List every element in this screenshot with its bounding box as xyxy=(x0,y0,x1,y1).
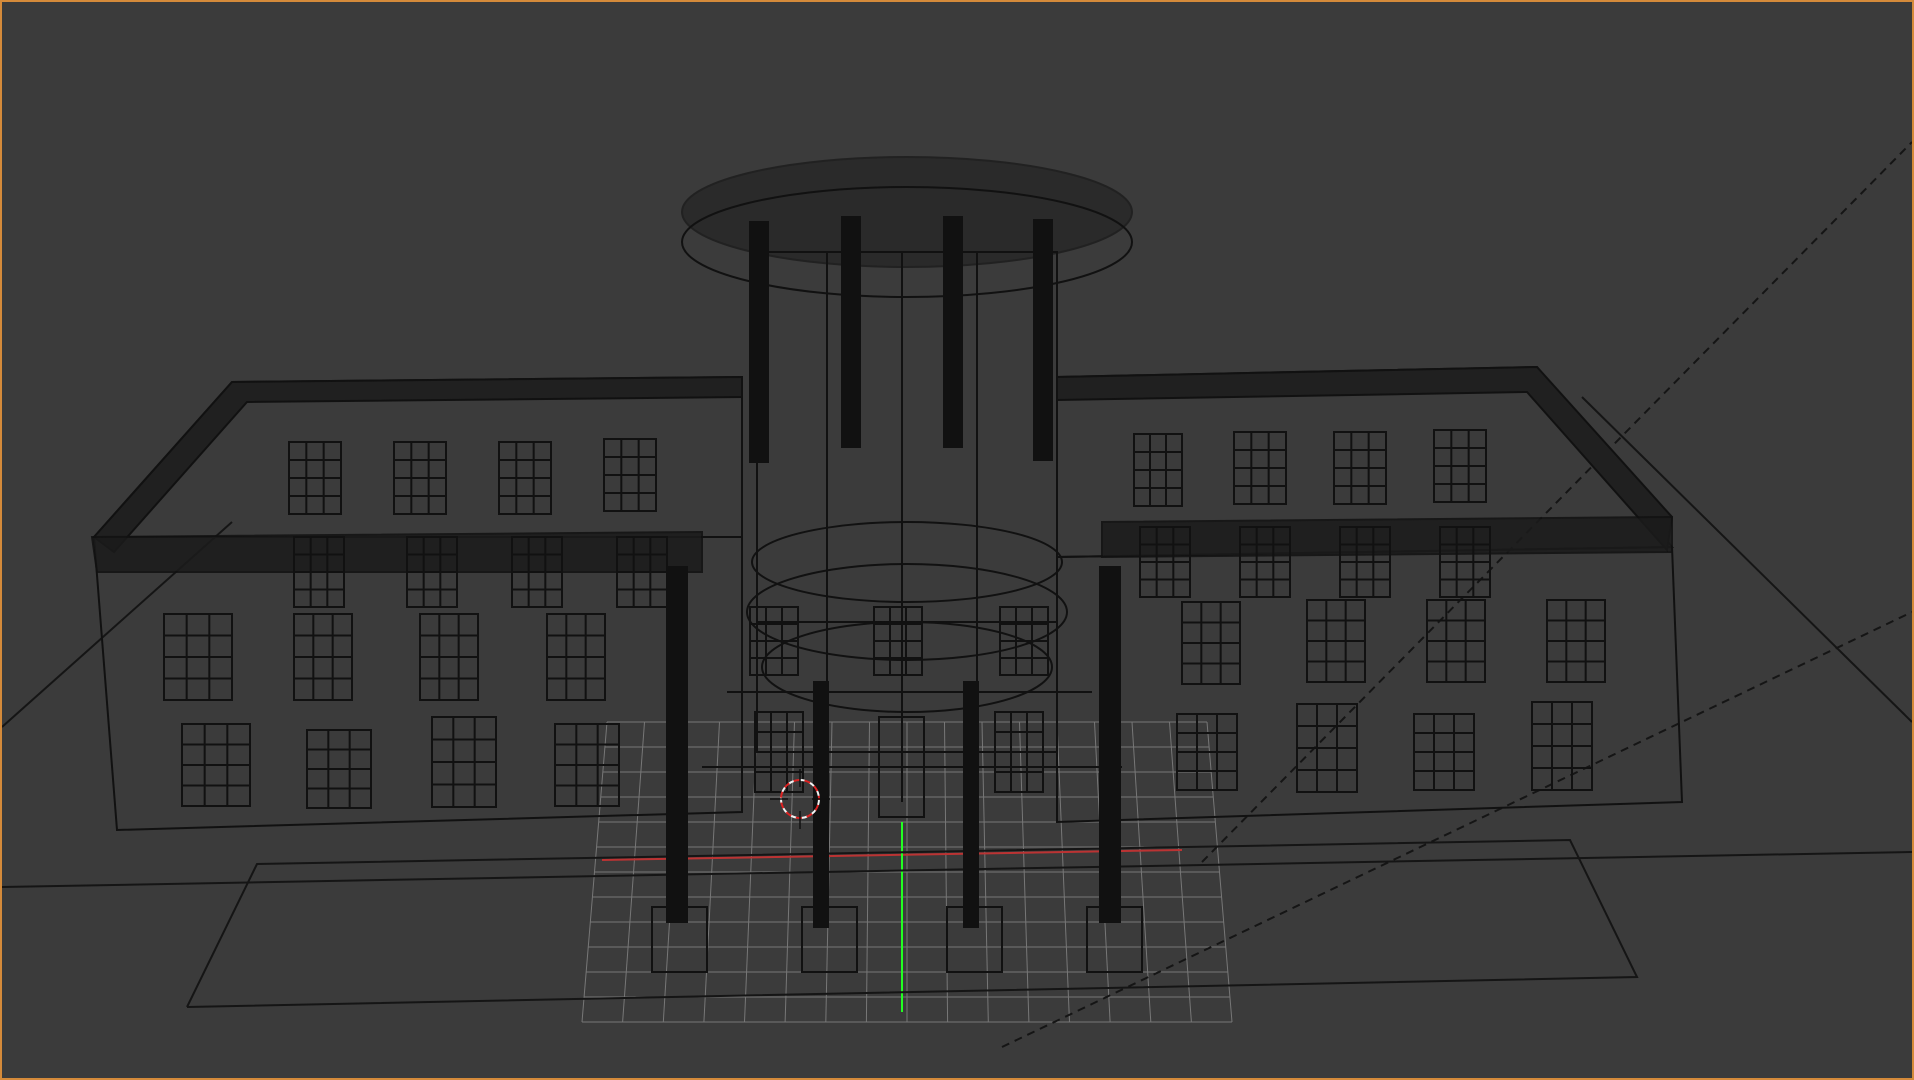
wireframe-svg[interactable] xyxy=(2,2,1912,1078)
3d-viewport[interactable] xyxy=(0,0,1914,1080)
scene-canvas[interactable] xyxy=(2,2,1912,1078)
building-wireframe xyxy=(90,156,1684,973)
